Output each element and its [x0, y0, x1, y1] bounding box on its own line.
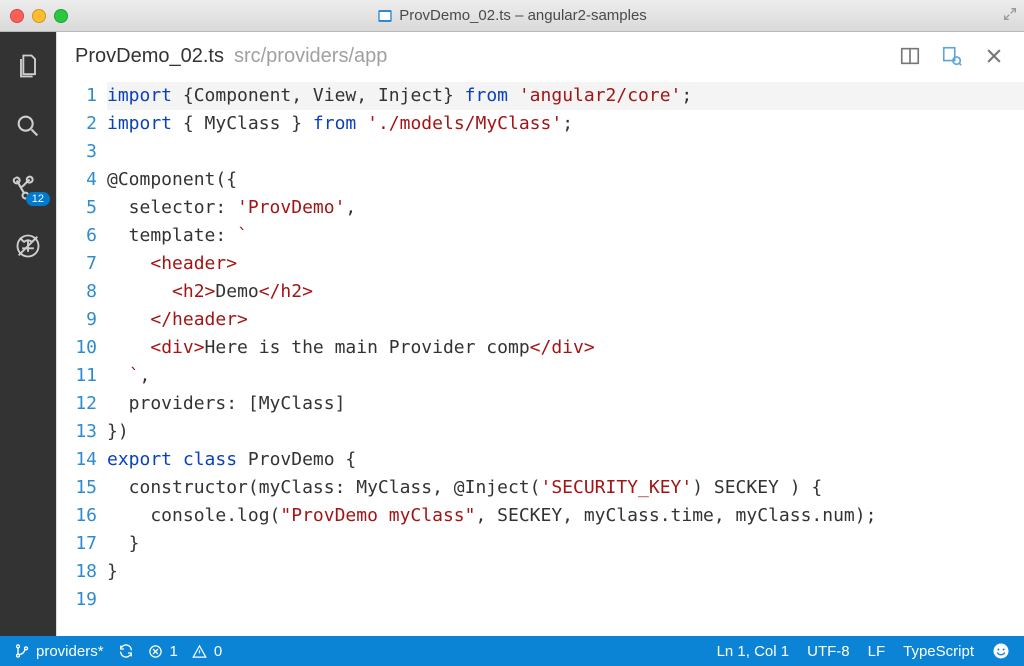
show-references-button[interactable] — [940, 44, 964, 68]
encoding-status[interactable]: UTF-8 — [807, 643, 850, 660]
eol-status[interactable]: LF — [868, 643, 886, 660]
sync-icon — [118, 643, 134, 659]
open-file-name[interactable]: ProvDemo_02.ts — [75, 45, 224, 68]
error-count: 1 — [170, 643, 178, 660]
status-bar: providers* 1 0 Ln 1, Col 1 UTF-8 LF Type… — [0, 636, 1024, 666]
open-file-path: src/providers/app — [234, 45, 387, 68]
fullscreen-icon[interactable] — [1002, 6, 1018, 27]
traffic-lights — [10, 9, 68, 23]
code-content[interactable]: import {Component, View, Inject} from 'a… — [107, 82, 1024, 636]
warning-count: 0 — [214, 643, 222, 660]
warning-icon — [192, 643, 208, 659]
cursor-position[interactable]: Ln 1, Col 1 — [717, 643, 790, 660]
branch-name: providers* — [36, 643, 104, 660]
git-branch-status[interactable]: providers* — [14, 643, 104, 660]
error-icon — [148, 643, 164, 659]
line-number-gutter: 12345678910111213141516171819 — [57, 82, 107, 636]
window-title: ProvDemo_02.ts – angular2-samples — [399, 7, 647, 24]
source-control-badge: 12 — [26, 192, 50, 206]
window-titlebar: ProvDemo_02.ts – angular2-samples — [0, 0, 1024, 32]
app-icon — [377, 8, 393, 24]
errors-status[interactable]: 1 — [148, 643, 178, 660]
code-editor[interactable]: 12345678910111213141516171819 import {Co… — [57, 80, 1024, 636]
warnings-status[interactable]: 0 — [192, 643, 222, 660]
language-mode[interactable]: TypeScript — [903, 643, 974, 660]
explorer-button[interactable] — [12, 50, 44, 82]
sync-button[interactable] — [118, 643, 134, 659]
split-editor-button[interactable] — [898, 44, 922, 68]
minimize-window-button[interactable] — [32, 9, 46, 23]
smiley-icon — [992, 642, 1010, 660]
debug-button[interactable] — [12, 230, 44, 262]
branch-icon — [14, 643, 30, 659]
zoom-window-button[interactable] — [54, 9, 68, 23]
close-window-button[interactable] — [10, 9, 24, 23]
editor-tabline: ProvDemo_02.ts src/providers/app — [57, 32, 1024, 80]
close-editor-button[interactable] — [982, 44, 1006, 68]
source-control-button[interactable]: 12 — [12, 170, 44, 202]
search-button[interactable] — [12, 110, 44, 142]
feedback-button[interactable] — [992, 642, 1010, 660]
activity-bar: 12 — [0, 32, 56, 636]
